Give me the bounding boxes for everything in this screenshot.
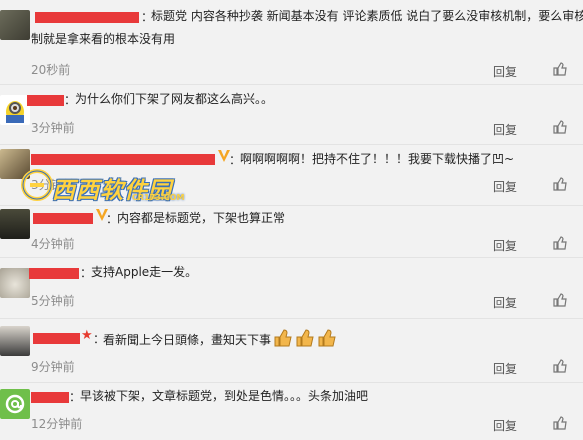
comment-text: 看新聞上今日頭條，畫知天下事 — [103, 328, 337, 350]
thumbs-up-icon[interactable] — [553, 120, 567, 134]
thumbs-up-icon[interactable] — [553, 236, 567, 250]
reply-button[interactable]: 回复 — [493, 63, 517, 80]
avatar[interactable] — [0, 326, 30, 356]
reply-button[interactable]: 回复 — [493, 417, 517, 434]
thumbs-up-icon[interactable] — [553, 416, 567, 430]
avatar[interactable] — [0, 209, 30, 239]
star-icon: ★ — [81, 328, 93, 343]
thumbs-up-icon[interactable] — [553, 293, 567, 307]
reply-button[interactable]: 回复 — [493, 178, 517, 195]
avatar[interactable] — [0, 389, 30, 419]
comment-time: 20秒前 — [31, 63, 71, 77]
thumbs-up-icon[interactable] — [553, 359, 567, 373]
avatar[interactable] — [0, 268, 30, 298]
username-redacted[interactable] — [29, 268, 79, 279]
username-redacted[interactable] — [27, 95, 64, 106]
divider — [0, 382, 583, 383]
comment-text: 早该被下架，文章标题党，到处是色情。。。头条加油吧 — [80, 389, 369, 403]
watermark-sub: CR173.COM — [132, 193, 185, 202]
comment-time: 4分钟前 — [31, 237, 75, 251]
comment-text: 内容都是标题党，下架也算正常 — [117, 211, 286, 225]
thumbs-up-icon[interactable] — [553, 177, 567, 191]
reply-button[interactable]: 回复 — [493, 237, 517, 254]
username-redacted[interactable] — [33, 213, 93, 224]
username-redacted[interactable] — [31, 154, 215, 165]
reply-button[interactable]: 回复 — [493, 360, 517, 377]
divider — [0, 205, 583, 206]
reply-button[interactable]: 回复 — [493, 121, 517, 138]
comment-text: 支持Apple走一发。 — [91, 265, 198, 279]
username-redacted[interactable] — [33, 333, 80, 344]
comment-text: 标题党 内容各种抄袭 新闻基本没有 评论素质低 说白了要么没审核机制，要么审核机 — [151, 9, 583, 23]
divider — [0, 84, 583, 85]
username-redacted[interactable] — [35, 12, 139, 23]
thumbs-up-emoji-icon — [271, 329, 293, 347]
avatar[interactable] — [0, 10, 30, 40]
comment-time: 3分钟前 — [31, 121, 75, 135]
divider — [0, 257, 583, 258]
avatar[interactable] — [0, 95, 30, 125]
comment-text: 啊啊啊啊啊！把持不住了！！！我要下载快播了凹~ — [240, 152, 515, 166]
divider — [0, 318, 583, 319]
divider — [0, 144, 583, 145]
reply-button[interactable]: 回复 — [493, 294, 517, 311]
comment-feed: { "comments": [ { "text_line1": "标题党 内容各… — [0, 0, 583, 440]
comment-time: 5分钟前 — [31, 294, 75, 308]
comment-text-cont: 制就是拿来看的根本没有用 — [31, 32, 176, 46]
comment-time: 9分钟前 — [31, 360, 75, 374]
thumbs-up-emoji-icon — [293, 329, 315, 347]
comment-text: 为什么你们下架了网友都这么高兴。。 — [75, 92, 274, 106]
username-redacted[interactable] — [31, 392, 69, 403]
thumbs-up-emoji-icon — [315, 329, 337, 347]
comment-time: 12分钟前 — [31, 417, 83, 431]
watermark-logo-icon — [21, 169, 53, 201]
thumbs-up-icon[interactable] — [553, 62, 567, 76]
